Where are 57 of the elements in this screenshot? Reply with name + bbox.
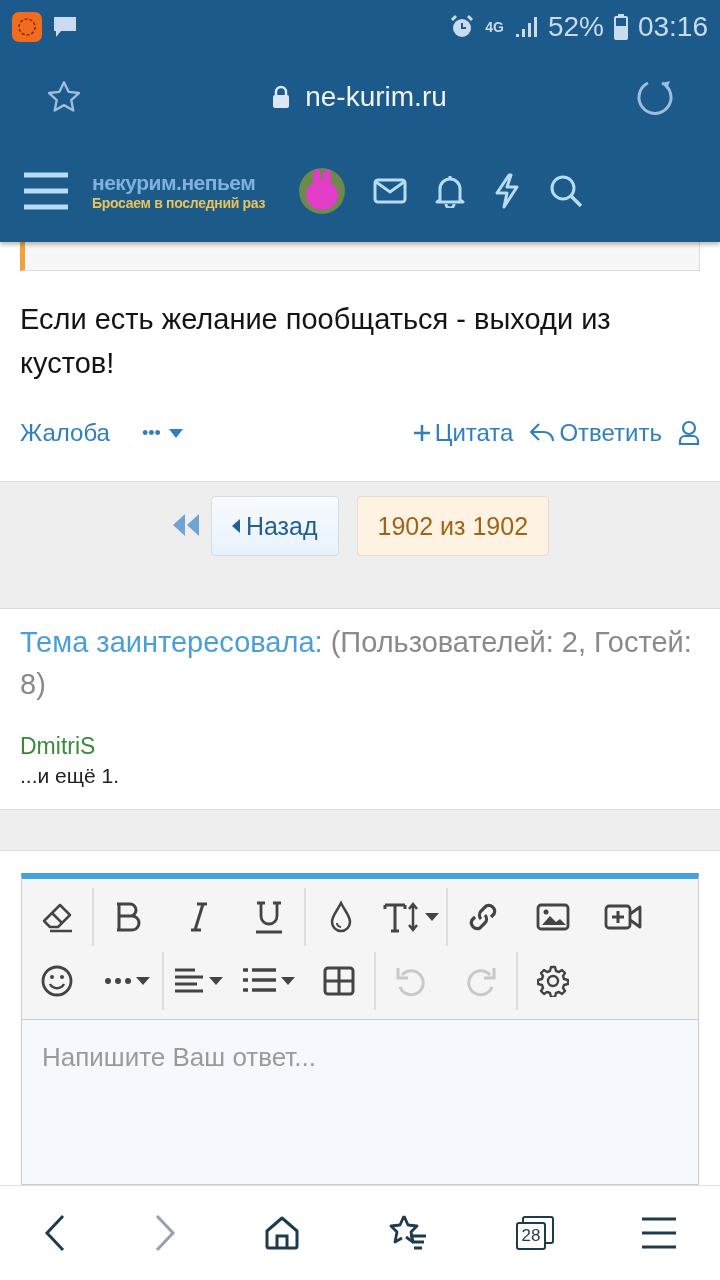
underline-icon	[254, 900, 284, 934]
home-button[interactable]	[264, 1215, 300, 1251]
star-icon[interactable]	[46, 80, 82, 114]
caret-icon	[209, 977, 223, 985]
more-viewers: ...и ещё 1.	[20, 763, 121, 789]
table-icon	[323, 966, 355, 996]
user-icon[interactable]	[678, 420, 700, 446]
italic-icon	[189, 901, 209, 933]
caret-left-icon	[231, 519, 240, 533]
battery-level: 52%	[547, 11, 604, 43]
quote-link[interactable]: Цитата	[412, 419, 514, 447]
ellipsis-icon	[104, 977, 132, 985]
droplet-icon	[329, 900, 353, 934]
search-icon[interactable]	[549, 174, 584, 208]
caret-icon	[168, 428, 183, 438]
list-icon	[243, 967, 277, 995]
report-link[interactable]: Жалоба	[20, 419, 110, 447]
lock-icon	[271, 85, 292, 109]
eraser-icon	[40, 901, 74, 933]
caret-icon	[281, 977, 295, 985]
message-icon	[52, 15, 78, 39]
alarm-icon	[449, 14, 476, 40]
align-left-icon	[175, 967, 205, 995]
post-text: Если есть желание пообщаться - выходи из кустов!	[20, 302, 612, 381]
back-button[interactable]	[44, 1214, 66, 1252]
logo-subtitle: Бросаем в последний раз	[92, 195, 266, 211]
image-icon	[536, 903, 570, 931]
url-text[interactable]: ne-kurim.ru	[305, 81, 447, 113]
mail-icon[interactable]	[373, 178, 408, 204]
network-type: 4G	[485, 19, 504, 35]
text-size-icon	[383, 900, 421, 934]
battery-icon	[613, 14, 628, 40]
caret-icon	[136, 977, 150, 985]
caret-icon	[425, 913, 439, 921]
undo-icon	[394, 965, 428, 997]
signal-icon	[513, 15, 538, 39]
reply-link[interactable]: Ответить	[529, 419, 662, 447]
redo-icon	[464, 965, 498, 997]
previous-page-button[interactable]: Назад	[210, 496, 339, 556]
username-link[interactable]: DmitriS	[20, 731, 700, 761]
clock: 03:16	[637, 11, 708, 43]
app-notification-icon	[12, 12, 42, 42]
bell-icon[interactable]	[435, 174, 466, 208]
plus-icon	[412, 424, 431, 442]
menu-button[interactable]	[642, 1217, 676, 1249]
smiley-icon	[40, 964, 74, 998]
current-page-button[interactable]: 1902 из 1902	[356, 496, 550, 556]
settings-icon	[537, 965, 569, 997]
video-icon	[604, 903, 642, 931]
menu-icon[interactable]	[24, 172, 68, 210]
bookmarks-button[interactable]	[388, 1214, 428, 1252]
bold-icon	[116, 901, 142, 933]
logo-title[interactable]: некурим.непьем	[92, 171, 266, 195]
more-menu-button[interactable]: •••	[141, 422, 183, 444]
reply-input-field[interactable]: Напишите Ваш ответ...	[22, 1020, 698, 1184]
viewers-heading: Тема заинтересовала: (Пользователей: 2, Гостей: 8)	[20, 625, 693, 702]
reload-icon[interactable]	[636, 78, 674, 116]
